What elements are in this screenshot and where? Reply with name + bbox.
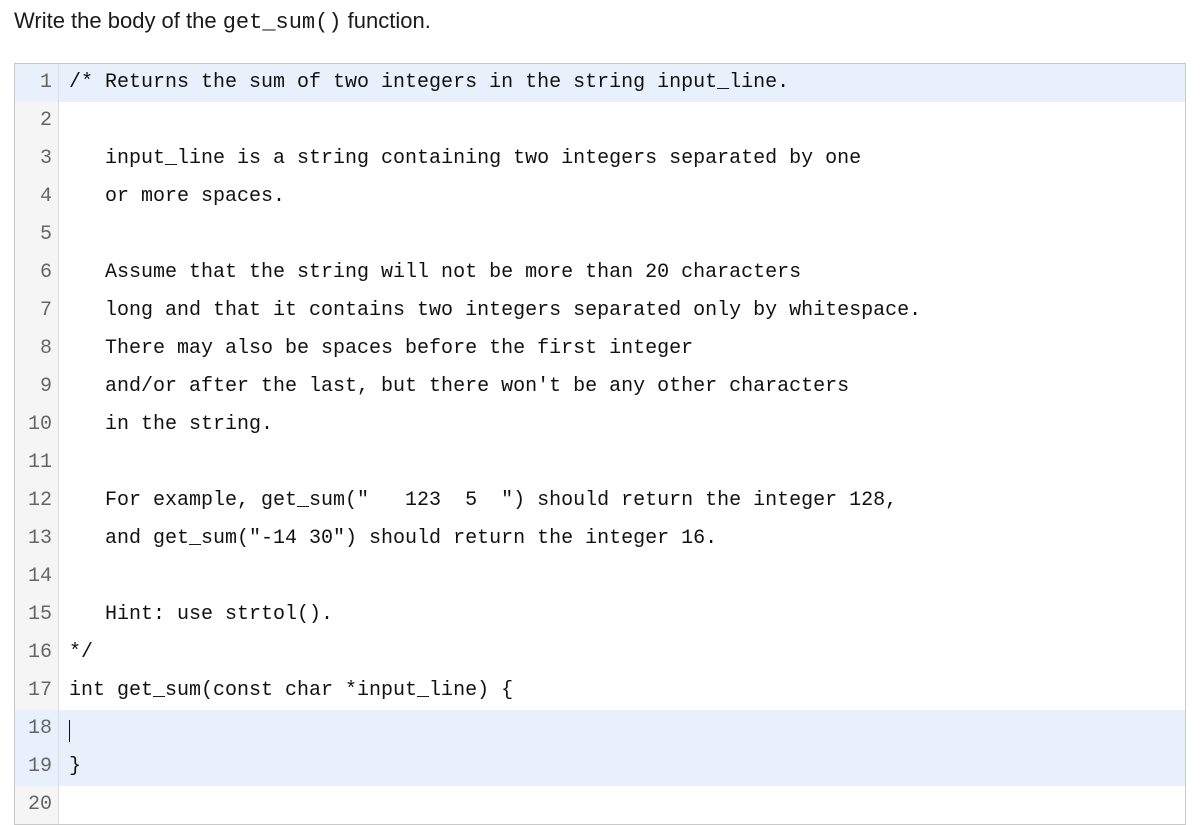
line-number: 1 <box>15 64 59 102</box>
instruction-prefix: Write the body of the <box>14 8 223 33</box>
line-number: 6 <box>15 254 59 292</box>
line-number: 7 <box>15 292 59 330</box>
code-line[interactable] <box>59 558 1185 596</box>
line-number: 16 <box>15 634 59 672</box>
text-cursor <box>69 720 70 742</box>
line-number: 8 <box>15 330 59 368</box>
line-number: 17 <box>15 672 59 710</box>
line-number: 12 <box>15 482 59 520</box>
code-line[interactable] <box>59 710 1185 748</box>
line-number: 14 <box>15 558 59 596</box>
code-line[interactable] <box>59 786 1185 824</box>
code-line[interactable]: long and that it contains two integers s… <box>59 292 1185 330</box>
code-line[interactable]: int get_sum(const char *input_line) { <box>59 672 1185 710</box>
instruction-suffix: function. <box>342 8 431 33</box>
line-number: 15 <box>15 596 59 634</box>
code-line[interactable]: Assume that the string will not be more … <box>59 254 1185 292</box>
code-line[interactable]: */ <box>59 634 1185 672</box>
code-line[interactable]: } <box>59 748 1185 786</box>
instruction-code: get_sum() <box>223 10 342 35</box>
code-editor[interactable]: 1/* Returns the sum of two integers in t… <box>14 63 1186 825</box>
instruction-text: Write the body of the get_sum() function… <box>14 8 1186 35</box>
line-number: 13 <box>15 520 59 558</box>
code-line[interactable]: There may also be spaces before the firs… <box>59 330 1185 368</box>
code-line[interactable]: /* Returns the sum of two integers in th… <box>59 64 1185 102</box>
line-number: 10 <box>15 406 59 444</box>
line-number: 4 <box>15 178 59 216</box>
line-number: 19 <box>15 748 59 786</box>
line-number: 9 <box>15 368 59 406</box>
code-line[interactable] <box>59 444 1185 482</box>
code-line[interactable]: and/or after the last, but there won't b… <box>59 368 1185 406</box>
line-number: 11 <box>15 444 59 482</box>
line-number: 20 <box>15 786 59 824</box>
code-line[interactable]: in the string. <box>59 406 1185 444</box>
code-line[interactable]: or more spaces. <box>59 178 1185 216</box>
code-line[interactable] <box>59 102 1185 140</box>
code-line[interactable]: For example, get_sum(" 123 5 ") should r… <box>59 482 1185 520</box>
line-number: 5 <box>15 216 59 254</box>
line-number: 3 <box>15 140 59 178</box>
line-number: 2 <box>15 102 59 140</box>
code-line[interactable]: Hint: use strtol(). <box>59 596 1185 634</box>
code-line[interactable] <box>59 216 1185 254</box>
code-line[interactable]: and get_sum("-14 30") should return the … <box>59 520 1185 558</box>
line-number: 18 <box>15 710 59 748</box>
code-line[interactable]: input_line is a string containing two in… <box>59 140 1185 178</box>
